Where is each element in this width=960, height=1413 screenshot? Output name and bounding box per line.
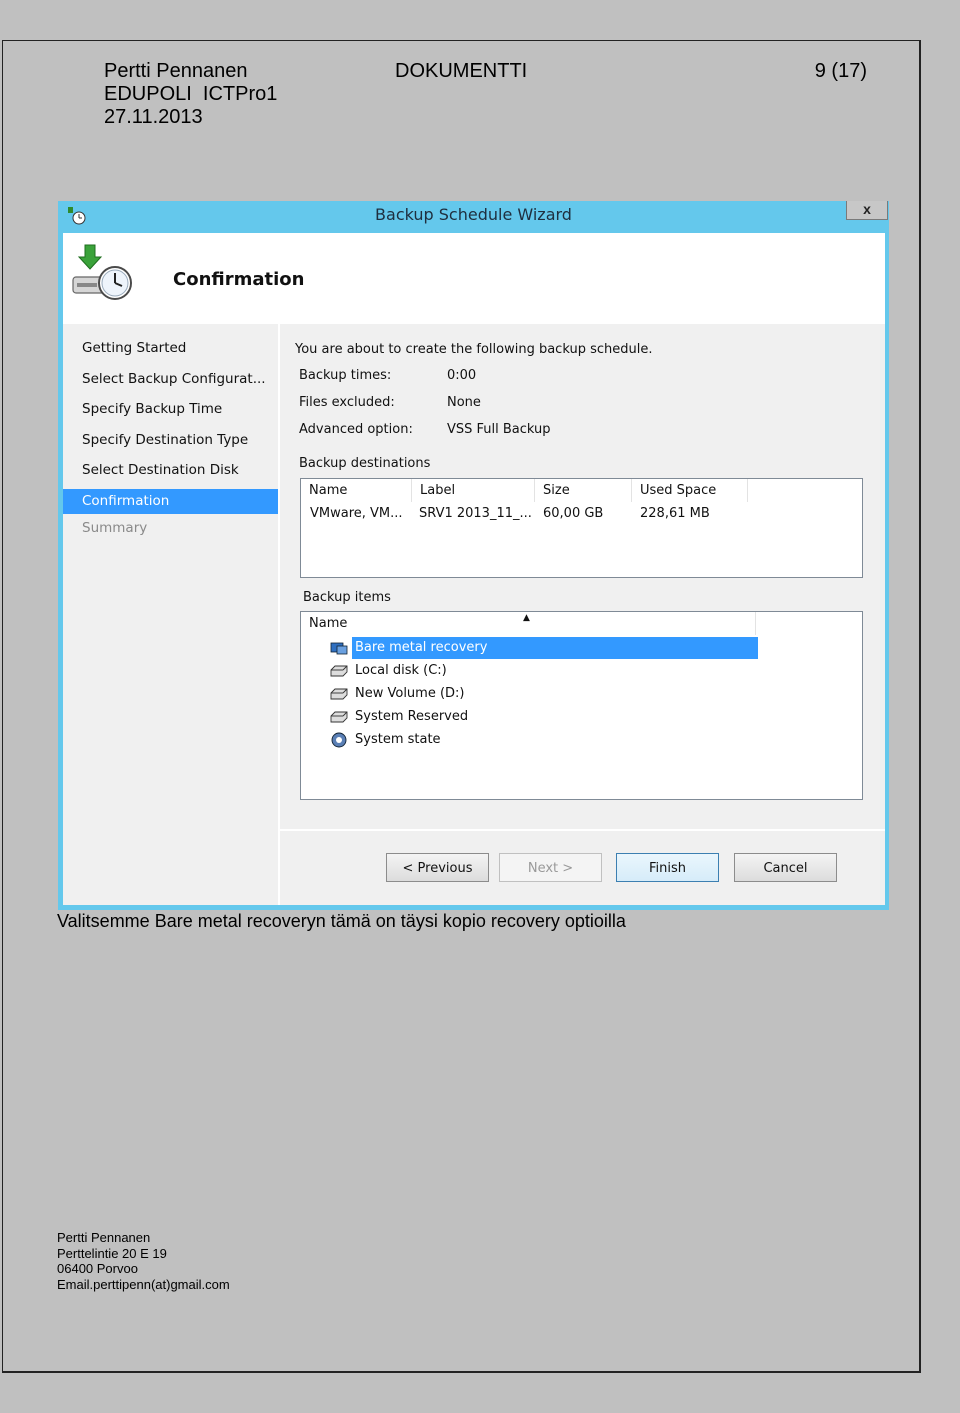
summary-value: 0:00 (447, 368, 477, 383)
cancel-button[interactable]: Cancel (734, 853, 837, 882)
title-bar: Backup Schedule Wizard x (58, 201, 889, 232)
disk-icon (330, 711, 348, 723)
wizard-content: You are about to create the following ba… (280, 324, 885, 829)
cell-label: SRV1 2013_11_... (419, 506, 532, 521)
close-button[interactable]: x (846, 201, 888, 220)
summary-value: VSS Full Backup (447, 422, 551, 437)
destinations-table[interactable]: Name Label Size Used Space VMware, VM...… (300, 478, 863, 578)
col-header-item-name-label: Name (309, 616, 348, 631)
previous-button[interactable]: < Previous (386, 853, 489, 882)
col-header-item-name[interactable]: Name ▲ (301, 612, 756, 635)
footer: Pertti Pennanen Perttelintie 20 E 19 064… (57, 1230, 230, 1292)
col-header-label[interactable]: Label (412, 479, 535, 502)
list-item[interactable]: System Reserved (330, 706, 756, 728)
items-title: Backup items (303, 590, 391, 605)
next-button: Next > (499, 853, 602, 882)
screenshot-caption: Valitsemme Bare metal recoveryn tämä on … (57, 911, 626, 931)
list-item[interactable]: Local disk (C:) (330, 660, 756, 682)
list-item[interactable]: System state (330, 729, 756, 751)
nav-item-select-destination-disk[interactable]: Select Destination Disk (63, 458, 278, 483)
footer-street: Perttelintie 20 E 19 (57, 1245, 167, 1261)
list-item[interactable]: Bare metal recovery (330, 637, 758, 659)
wizard-client-area: Confirmation Getting Started Select Back… (63, 233, 885, 905)
backup-schedule-icon (72, 244, 132, 300)
disk-icon (330, 665, 348, 677)
page-number: 9 (17) (814, 60, 867, 82)
footer-name: Pertti Pennanen (57, 1230, 151, 1245)
cell-name: VMware, VM... (310, 506, 403, 521)
summary-value: None (447, 395, 481, 410)
wizard-header: Confirmation (63, 233, 885, 323)
backup-schedule-wizard-window: Backup Schedule Wizard x Confirmation Ge… (58, 201, 889, 910)
list-item-label: Bare metal recovery (352, 637, 758, 659)
list-item[interactable]: New Volume (D:) (330, 683, 756, 705)
summary-label: Files excluded: (299, 395, 395, 410)
col-header-name[interactable]: Name (301, 479, 412, 502)
window-title: Backup Schedule Wizard (375, 205, 572, 224)
close-icon: x (863, 201, 871, 217)
list-item-label: Local disk (C:) (355, 663, 447, 678)
col-header-size[interactable]: Size (535, 479, 632, 502)
nav-item-summary: Summary (82, 520, 148, 536)
page-title: Confirmation (173, 269, 305, 290)
author-name: Pertti Pennanen (104, 60, 248, 82)
footer-city: 06400 Porvoo (57, 1261, 138, 1276)
sort-ascending-icon: ▲ (523, 613, 530, 623)
nav-item-specify-backup-time[interactable]: Specify Backup Time (63, 397, 278, 422)
wizard-nav: Getting Started Select Backup Configurat… (63, 324, 278, 905)
disk-icon (330, 688, 348, 700)
list-item-label: System state (355, 732, 441, 747)
destinations-title: Backup destinations (299, 456, 431, 471)
org-name: EDUPOLI ICTPro1 (104, 83, 278, 105)
cell-used-space: 228,61 MB (640, 506, 710, 521)
backup-items-list[interactable]: Name ▲ Bare metal recovery Local disk (C… (300, 611, 863, 800)
doc-type: DOKUMENTTI (395, 60, 528, 82)
intro-text: You are about to create the following ba… (295, 342, 653, 357)
wizard-button-bar: < Previous Next > Finish Cancel (280, 831, 885, 905)
finish-button[interactable]: Finish (616, 853, 719, 882)
list-item-label: New Volume (D:) (355, 686, 465, 701)
footer-email: Email.perttipenn(at)gmail.com (57, 1276, 230, 1292)
nav-item-confirmation[interactable]: Confirmation (63, 489, 278, 514)
list-item-label: System Reserved (355, 709, 469, 724)
system-state-icon (331, 732, 347, 748)
bare-metal-icon (330, 642, 348, 655)
nav-item-specify-destination-type[interactable]: Specify Destination Type (63, 428, 278, 453)
summary-label: Backup times: (299, 368, 392, 383)
col-header-used-space[interactable]: Used Space (632, 479, 748, 502)
header-left: Pertti Pennanen EDUPOLI ICTPro1 27.11.20… (104, 60, 277, 129)
document-page: Pertti Pennanen EDUPOLI ICTPro1 27.11.20… (2, 40, 921, 1373)
cell-size: 60,00 GB (543, 506, 604, 521)
doc-date: 27.11.2013 (104, 106, 203, 128)
summary-label: Advanced option: (299, 422, 413, 437)
nav-item-getting-started[interactable]: Getting Started (63, 336, 278, 361)
nav-item-select-backup-configuration[interactable]: Select Backup Configurat... (63, 367, 278, 392)
